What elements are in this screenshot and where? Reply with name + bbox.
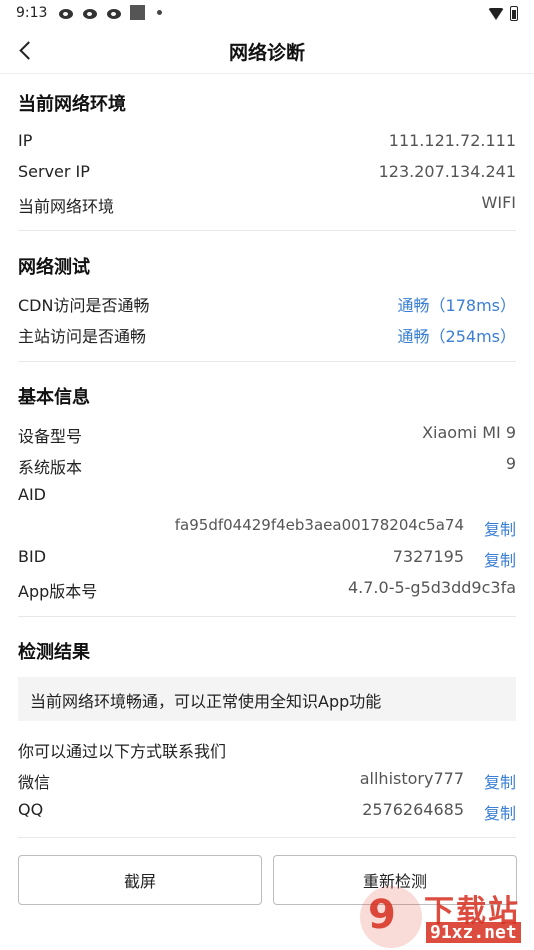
status-time: 9:13	[16, 5, 48, 21]
server-ip-label: Server IP	[18, 162, 90, 181]
site-watermark: 9 下载站 91xz.net	[360, 886, 530, 948]
network-env-value: WIFI	[481, 193, 516, 212]
app-version-label: App版本号	[18, 582, 98, 601]
os-version-value: 9	[505, 454, 516, 473]
notification-icons	[58, 5, 162, 20]
weibo-icon	[58, 6, 76, 20]
divider	[18, 230, 516, 231]
device-model-label: 设备型号	[18, 427, 83, 446]
contact-intro: 你可以通过以下方式联系我们	[18, 742, 227, 761]
cdn-test-label: CDN访问是否通畅	[18, 296, 150, 315]
divider	[18, 837, 516, 838]
divider	[18, 616, 516, 617]
result-notice-text: 当前网络环境畅通，可以正常使用全知识App功能	[30, 692, 382, 711]
weibo-icon	[82, 6, 100, 20]
page-title: 网络诊断	[228, 42, 305, 64]
app-notification-icon	[130, 5, 145, 20]
result-notice: 当前网络环境畅通，可以正常使用全知识App功能	[18, 677, 516, 721]
main-site-test-label: 主站访问是否通畅	[18, 327, 147, 346]
qq-label: QQ	[18, 800, 44, 819]
bid-value: 7327195	[392, 547, 464, 566]
result-section-title: 检测结果	[18, 642, 90, 663]
watermark-url: 91xz.net	[426, 922, 521, 943]
device-model-value: Xiaomi MI 9	[422, 423, 516, 442]
watermark-logo-icon: 9	[360, 886, 422, 948]
wechat-label: 微信	[18, 773, 51, 792]
qq-value: 2576264685	[362, 800, 464, 819]
basic-info-section-title: 基本信息	[18, 387, 90, 408]
env-section-title: 当前网络环境	[18, 94, 126, 115]
network-env-label: 当前网络环境	[18, 197, 115, 216]
more-notifications-icon	[157, 10, 162, 15]
server-ip-value: 123.207.134.241	[378, 162, 516, 181]
wechat-value: allhistory777	[359, 769, 464, 788]
aid-label: AID	[18, 485, 46, 504]
copy-aid-button[interactable]: 复制	[484, 516, 516, 540]
copy-wechat-button[interactable]: 复制	[484, 769, 516, 793]
app-header: 网络诊断	[0, 28, 534, 74]
battery-icon	[510, 6, 518, 21]
weibo-icon	[106, 6, 124, 20]
cdn-test-value: 通畅（178ms）	[397, 296, 516, 315]
divider	[18, 361, 516, 362]
network-test-section-title: 网络测试	[18, 257, 90, 278]
app-version-value: 4.7.0-5-g5d3dd9c3fa	[347, 578, 516, 597]
main-site-test-value: 通畅（254ms）	[397, 327, 516, 346]
screenshot-button[interactable]: 截屏	[18, 855, 262, 905]
wifi-icon	[488, 7, 504, 20]
copy-qq-button[interactable]: 复制	[484, 800, 516, 824]
os-version-label: 系统版本	[18, 458, 83, 477]
status-bar: 9:13	[0, 0, 534, 28]
bid-label: BID	[18, 547, 47, 566]
ip-value: 111.121.72.111	[388, 131, 516, 150]
copy-bid-button[interactable]: 复制	[484, 547, 516, 571]
ip-label: IP	[18, 131, 33, 150]
aid-value: fa95df04429f4eb3aea00178204c5a74	[174, 516, 464, 534]
